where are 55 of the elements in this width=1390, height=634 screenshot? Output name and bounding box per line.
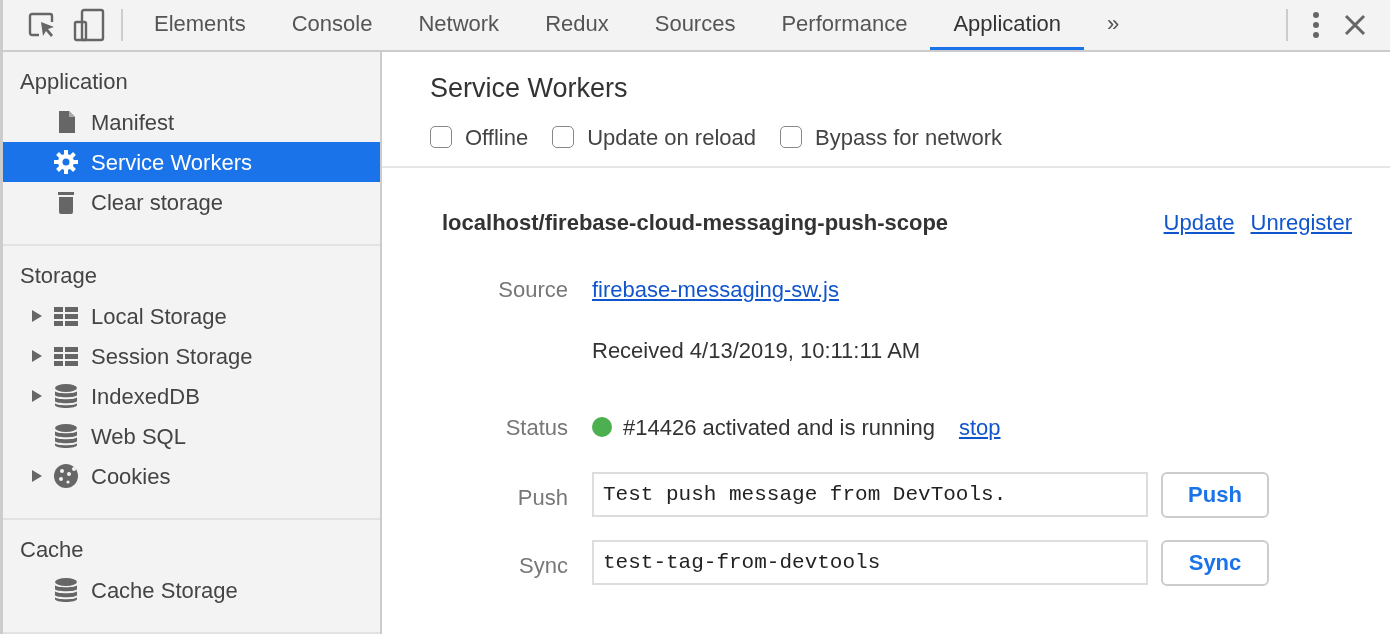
checkbox-label: Offline <box>465 123 529 152</box>
checkbox[interactable] <box>430 126 452 148</box>
status-text: #14426 activated and is running <box>623 413 935 442</box>
tab[interactable]: Performance <box>758 0 931 50</box>
tab[interactable]: Sources <box>631 0 759 50</box>
tab[interactable]: Application <box>930 0 1085 50</box>
push-input[interactable]: Test push message from DevTools. <box>592 472 1148 517</box>
expand-arrow-icon[interactable] <box>31 309 43 323</box>
action-link[interactable]: Unregister <box>1250 205 1352 239</box>
section-title: Application <box>19 68 129 96</box>
close-icon[interactable] <box>1344 14 1366 36</box>
field-label: Source <box>497 275 569 304</box>
source-link[interactable]: firebase-messaging-sw.js <box>592 272 839 306</box>
tab[interactable]: Redux <box>522 0 632 50</box>
sidebar-item[interactable]: Manifest <box>3 102 380 142</box>
received-time: Received 4/13/2019, 10:11:11 AM <box>592 336 921 365</box>
sidebar-item[interactable]: Cache Storage <box>3 570 380 610</box>
expand-arrow-icon[interactable] <box>31 389 43 403</box>
sidebar-item[interactable]: Session Storage <box>3 336 380 376</box>
field-label: Status <box>504 413 569 442</box>
sync-button[interactable]: Sync <box>1161 539 1269 586</box>
status-dot <box>592 417 612 437</box>
sidebar-item[interactable]: Clear storage <box>3 182 380 222</box>
section-title: Storage <box>19 262 99 290</box>
more-tabs-button[interactable]: » <box>1084 0 1143 50</box>
checkbox-label: Update on reload <box>587 123 756 152</box>
checkbox-label: Bypass for network <box>815 123 1003 152</box>
sidebar-item[interactable]: Service Workers <box>3 142 380 182</box>
tab[interactable]: Network <box>395 0 523 50</box>
database-icon <box>53 577 79 603</box>
device-toolbar-icon[interactable] <box>73 8 105 42</box>
checkbox[interactable] <box>552 126 575 148</box>
push-button[interactable]: Push <box>1161 471 1269 518</box>
sidebar-item[interactable]: Local Storage <box>3 296 380 336</box>
sidebar-item[interactable]: Cookies <box>3 456 380 496</box>
gear-icon <box>53 149 79 175</box>
expand-arrow-icon[interactable] <box>31 349 43 363</box>
more-options-icon[interactable] <box>1312 11 1320 39</box>
sidebar-item[interactable]: IndexedDB <box>3 376 380 416</box>
cookie-icon <box>53 463 79 489</box>
field-label: Sync <box>518 551 569 580</box>
scope-url: localhost/firebase-cloud-messaging-push-scope <box>442 208 950 237</box>
action-link[interactable]: Update <box>1163 205 1235 239</box>
panel-title: Service Workers <box>430 72 629 105</box>
field-label: Push <box>516 483 569 512</box>
database-icon <box>53 423 79 449</box>
sync-input[interactable]: test-tag-from-devtools <box>592 540 1148 585</box>
tab[interactable]: Elements <box>131 0 269 50</box>
checkbox[interactable] <box>780 126 802 148</box>
sidebar-item[interactable]: Web SQL <box>3 416 380 456</box>
section-title: Cache <box>19 536 85 564</box>
expand-arrow-icon[interactable] <box>31 469 43 483</box>
stop-link[interactable]: stop <box>958 410 1001 444</box>
database-icon <box>53 383 79 409</box>
tab[interactable]: Console <box>268 0 396 50</box>
